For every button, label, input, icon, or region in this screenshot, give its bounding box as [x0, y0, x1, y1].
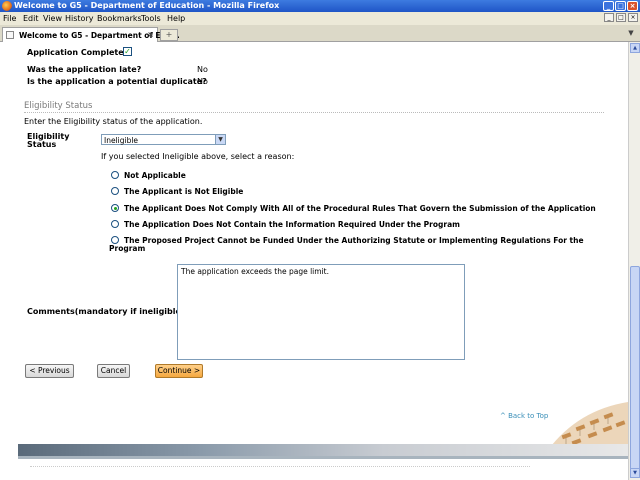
minimize-button[interactable]: _	[603, 1, 614, 11]
menu-history[interactable]: History	[65, 14, 93, 23]
doc-close-button[interactable]: ×	[628, 13, 638, 22]
duplicate-value: No	[197, 77, 208, 86]
menu-help[interactable]: Help	[167, 14, 185, 23]
scroll-down-icon[interactable]: ▼	[630, 468, 640, 478]
footer-divider	[30, 466, 530, 467]
page-content: Application Complete ✓ Was the applicati…	[0, 42, 628, 480]
tab-list-icon[interactable]: ▼	[626, 29, 636, 39]
application-complete-label: Application Complete	[27, 48, 124, 57]
reason-prompt: If you selected Ineligible above, select…	[101, 152, 295, 161]
eligibility-label-line2: Status	[27, 140, 57, 149]
reason-radio-4[interactable]	[111, 236, 119, 244]
scrollbar-thumb[interactable]	[630, 266, 640, 474]
window-title: Welcome to G5 - Department of Education …	[14, 1, 280, 10]
close-button[interactable]: ×	[627, 1, 638, 11]
eligibility-selected-value: Ineligible	[104, 136, 139, 145]
maximize-button[interactable]: □	[615, 1, 626, 11]
continue-button[interactable]: Continue >	[155, 364, 203, 378]
reason-label-2: The Applicant Does Not Comply With All o…	[124, 204, 596, 213]
scroll-up-icon[interactable]: ▲	[630, 43, 640, 53]
reason-radio-1[interactable]	[111, 187, 119, 195]
reason-label-3: The Application Does Not Contain the Inf…	[124, 220, 460, 229]
tab-g5-welcome[interactable]: Welcome to G5 - Department of Edu... ×	[2, 27, 180, 42]
menu-file[interactable]: File	[3, 14, 16, 23]
chevron-down-icon[interactable]: ▼	[215, 135, 225, 144]
section-title-eligibility: Eligibility Status	[24, 101, 93, 111]
late-label: Was the application late?	[27, 65, 142, 74]
menu-bar: File Edit View History Bookmarks Tools H…	[0, 12, 640, 25]
reason-label-1: The Applicant is Not Eligible	[124, 187, 244, 196]
menu-tools[interactable]: Tools	[141, 14, 161, 23]
section-instruction: Enter the Eligibility status of the appl…	[24, 117, 203, 126]
firefox-logo-icon	[2, 1, 12, 11]
classroom-chairs-image	[548, 402, 628, 450]
reason-radio-0[interactable]	[111, 171, 119, 179]
footer-banner	[18, 444, 628, 456]
document-window-controls: _ □ ×	[604, 13, 638, 22]
doc-minimize-button[interactable]: _	[604, 13, 614, 22]
page-icon	[6, 31, 14, 39]
reason-label-4: The Proposed Project Cannot be Funded Un…	[124, 236, 584, 245]
tab-label: Welcome to G5 - Department of Edu...	[19, 31, 180, 40]
reason-label-4-line2: Program	[109, 244, 146, 253]
comments-textarea[interactable]: The application exceeds the page limit.	[177, 264, 465, 360]
vertical-scrollbar[interactable]: ▲ ▼	[628, 42, 640, 480]
previous-button[interactable]: < Previous	[25, 364, 74, 378]
reason-label-0: Not Applicable	[124, 171, 186, 180]
footer-stripe	[18, 456, 628, 459]
late-value: No	[197, 65, 208, 74]
cancel-button[interactable]: Cancel	[97, 364, 130, 378]
reason-radio-3[interactable]	[111, 220, 119, 228]
menu-bookmarks[interactable]: Bookmarks	[97, 14, 142, 23]
application-complete-checkbox[interactable]: ✓	[123, 47, 132, 56]
eligibility-select[interactable]: Ineligible ▼	[101, 134, 226, 145]
tab-close-icon[interactable]: ×	[147, 30, 154, 39]
window-controls: _ □ ×	[603, 1, 638, 11]
menu-edit[interactable]: Edit	[23, 14, 39, 23]
back-to-top-link[interactable]: ^ Back to Top	[500, 412, 548, 420]
reason-radio-2[interactable]	[111, 204, 119, 212]
duplicate-label: Is the application a potential duplicate…	[27, 77, 207, 86]
window-titlebar: Welcome to G5 - Department of Education …	[0, 0, 640, 12]
doc-restore-button[interactable]: □	[616, 13, 626, 22]
menu-view[interactable]: View	[43, 14, 62, 23]
tab-bar: Welcome to G5 - Department of Edu... × +…	[0, 25, 640, 42]
section-divider	[24, 112, 604, 113]
new-tab-button[interactable]: +	[160, 29, 178, 41]
comments-label: Comments(mandatory if ineligible)	[27, 307, 185, 316]
